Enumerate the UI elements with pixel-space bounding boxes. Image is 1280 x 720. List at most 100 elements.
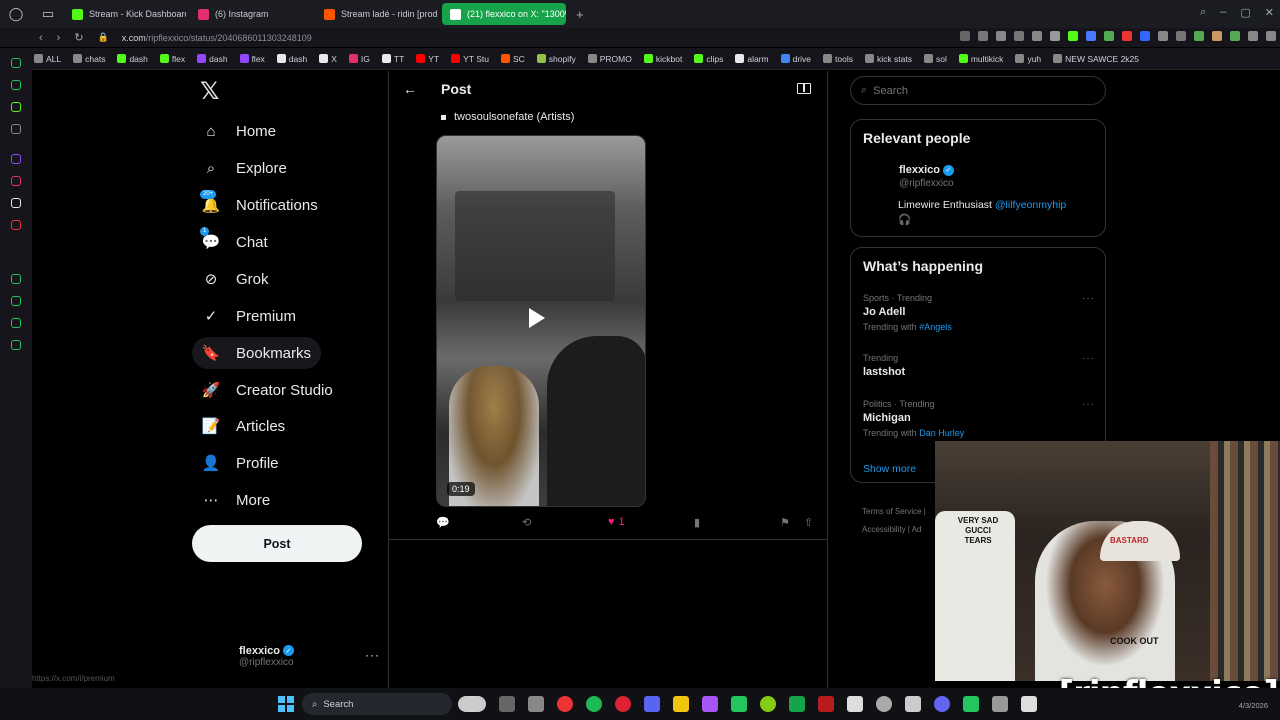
opera-gx-logo-icon[interactable]: ◯: [0, 0, 32, 28]
bookmark-item[interactable]: kick stats: [865, 54, 912, 64]
extensions-icon[interactable]: [11, 318, 21, 328]
settings-icon[interactable]: [11, 340, 21, 350]
taskbar-search[interactable]: ⌕ Search: [302, 693, 452, 715]
bookmark-item[interactable]: flex: [159, 54, 185, 64]
extension-icon[interactable]: [1122, 31, 1132, 41]
twitch-icon[interactable]: [11, 154, 21, 164]
bookmark-item[interactable]: dash: [117, 54, 148, 64]
extension-icon[interactable]: [1176, 31, 1186, 41]
bookmark-item[interactable]: SC: [500, 54, 525, 64]
shield-icon[interactable]: [996, 31, 1006, 41]
bookmark-item[interactable]: ALL: [34, 54, 61, 64]
nav-item-notifications[interactable]: 🔔 20+ Notifications: [192, 189, 328, 221]
app-icon[interactable]: [760, 696, 776, 712]
nav-item-articles[interactable]: 📝 Articles: [192, 410, 295, 442]
person-name[interactable]: flexxico: [899, 164, 940, 176]
maximize-icon[interactable]: ▢: [1240, 6, 1250, 19]
discord-icon[interactable]: [644, 696, 660, 712]
app-icon[interactable]: [847, 696, 863, 712]
app-icon[interactable]: [789, 696, 805, 712]
kick-extension-icon[interactable]: [1068, 31, 1078, 41]
post-button[interactable]: Post: [192, 525, 362, 562]
x-icon[interactable]: [11, 198, 21, 208]
browser-tab[interactable]: Stream ladé - ridin [prod.: [316, 3, 438, 25]
bookmark-item[interactable]: tools: [823, 54, 853, 64]
account-switcher[interactable]: flexxico ✓ @ripflexxico ···: [200, 639, 380, 673]
xbox-icon[interactable]: [731, 696, 747, 712]
download-icon[interactable]: [1230, 31, 1240, 41]
app-icon[interactable]: [905, 696, 921, 712]
bookmark-item[interactable]: TT: [381, 54, 404, 64]
person-row[interactable]: flexxico ✓ @ripflexxico: [863, 164, 954, 192]
zoom-icon[interactable]: [960, 31, 970, 41]
opera-gx-icon[interactable]: [615, 696, 631, 712]
trend-item[interactable]: Trending lastshot ···: [863, 353, 1099, 378]
sidebar-icon[interactable]: [11, 124, 21, 134]
heart-icon[interactable]: [1032, 31, 1042, 41]
sidebar-icon[interactable]: [11, 80, 21, 90]
nav-item-profile[interactable]: 👤 Profile: [192, 447, 289, 479]
minimize-icon[interactable]: –: [1220, 6, 1226, 19]
sidebar-icon[interactable]: [11, 274, 21, 284]
widgets-icon[interactable]: [458, 696, 486, 712]
bookmark-item[interactable]: PROMO: [587, 54, 632, 64]
file-explorer-icon[interactable]: [673, 696, 689, 712]
search-input[interactable]: [873, 84, 1074, 97]
bookmark-item[interactable]: multikick: [958, 54, 1003, 64]
browser-tab[interactable]: (6) Instagram: [190, 3, 312, 25]
extension-icon[interactable]: [1194, 31, 1204, 41]
repost-icon[interactable]: ⟲: [522, 516, 531, 529]
play-icon[interactable]: [529, 308, 545, 328]
share-icon[interactable]: ⇧: [804, 516, 813, 529]
back-arrow-icon[interactable]: ←: [403, 81, 417, 97]
bookmark-item[interactable]: dash: [276, 54, 307, 64]
play-icon[interactable]: [1014, 31, 1024, 41]
nav-item-home[interactable]: ⌂ Home: [192, 115, 286, 147]
nav-item-creator-studio[interactable]: 🚀 Creator Studio: [192, 374, 343, 406]
instagram-icon[interactable]: [11, 176, 21, 186]
more-options-icon[interactable]: ···: [1082, 399, 1095, 410]
ai-icon[interactable]: [1248, 31, 1258, 41]
close-icon[interactable]: ✕: [1265, 6, 1274, 19]
nav-item-grok[interactable]: ⊘ Grok: [192, 263, 279, 295]
app-icon[interactable]: [963, 696, 979, 712]
bookmark-item[interactable]: YT Stu: [451, 54, 489, 64]
back-icon[interactable]: ‹: [32, 32, 50, 44]
app-icon[interactable]: [818, 696, 834, 712]
nav-item-chat[interactable]: 💬 1 Chat: [192, 226, 278, 258]
app-icon[interactable]: [1021, 696, 1037, 712]
sidebar-icon[interactable]: [11, 58, 21, 68]
bookmark-item[interactable]: IG: [348, 54, 370, 64]
more-options-icon[interactable]: ···: [1082, 353, 1095, 364]
search-box[interactable]: ⌕: [850, 76, 1106, 105]
accessibility-link[interactable]: Accessibility: [862, 525, 906, 534]
terms-link[interactable]: Terms of Service: [862, 507, 922, 516]
extension-icon[interactable]: [1104, 31, 1114, 41]
tab-overview-icon[interactable]: ▭: [32, 0, 64, 28]
extension-icon[interactable]: [1140, 31, 1150, 41]
app-icon[interactable]: [528, 696, 544, 712]
bookmark-item[interactable]: chats: [73, 54, 105, 64]
bookmark-item[interactable]: alarm: [735, 54, 769, 64]
views-icon[interactable]: ▮: [694, 516, 700, 529]
download-icon[interactable]: [1050, 31, 1060, 41]
app-icon[interactable]: [992, 696, 1008, 712]
nav-item-bookmarks[interactable]: 🔖 Bookmarks: [192, 337, 322, 369]
trend-related-link[interactable]: Dan Hurley: [919, 428, 964, 438]
bookmark-icon[interactable]: ⚑: [780, 516, 790, 529]
bookmark-item[interactable]: NEW SAWCE 2k25: [1053, 54, 1139, 64]
browser-tab[interactable]: (21) flexxico on X: "1300%✕: [442, 3, 566, 25]
url-field[interactable]: x.com/ripflexxico/status/204068601130324…: [122, 33, 312, 43]
sidebar-icon[interactable]: [11, 102, 21, 112]
app-icon[interactable]: [702, 696, 718, 712]
video-player[interactable]: 0:19: [436, 135, 646, 507]
bookmark-item[interactable]: flex: [239, 54, 265, 64]
app-icon[interactable]: [934, 696, 950, 712]
reply-icon[interactable]: 💬: [436, 516, 450, 529]
nav-item-more[interactable]: ⋯ More: [192, 484, 280, 516]
x-logo-icon[interactable]: 𝕏: [200, 79, 226, 105]
extension-icon[interactable]: [1158, 31, 1168, 41]
ads-link[interactable]: Ad: [912, 525, 922, 534]
bookmark-item[interactable]: yuh: [1015, 54, 1041, 64]
bookmark-item[interactable]: kickbot: [643, 54, 682, 64]
